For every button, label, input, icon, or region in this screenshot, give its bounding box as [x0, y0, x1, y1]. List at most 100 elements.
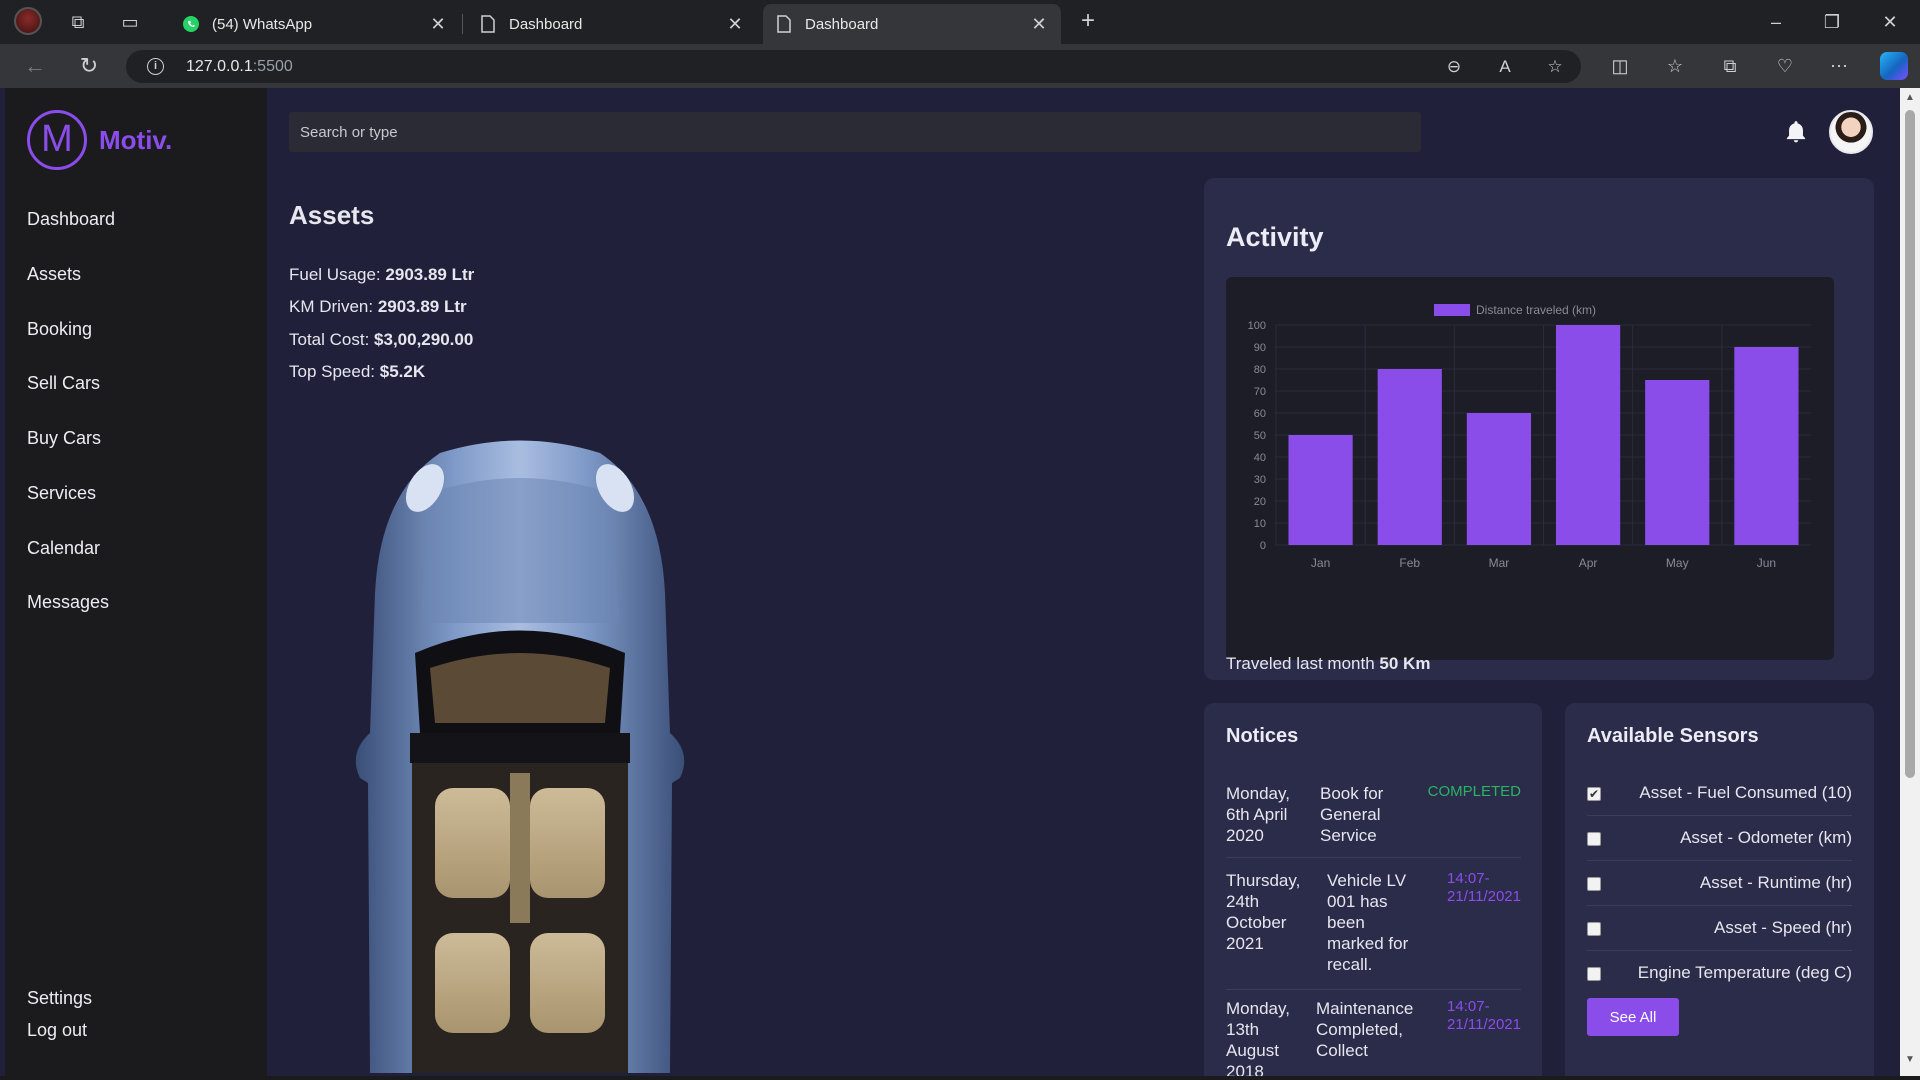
nav-settings[interactable]: Settings: [27, 988, 92, 1009]
favorites-icon[interactable]: ☆: [1662, 53, 1688, 79]
tab-dashboard-1[interactable]: Dashboard ✕: [467, 4, 757, 44]
logo-mark: M: [27, 110, 87, 170]
sensor-row: Asset - Speed (hr): [1587, 906, 1852, 951]
close-tab-icon[interactable]: ✕: [1029, 14, 1049, 35]
activity-chart: 0 10 20 30 40 50 60 70 80 90 100 Jan Feb Mar Apr May Jun…: [1226, 277, 1834, 660]
close-window-icon[interactable]: ✕: [1876, 8, 1904, 36]
restore-icon[interactable]: ❐: [1818, 8, 1846, 36]
sensor-checkbox[interactable]: [1587, 967, 1601, 981]
zoom-out-icon[interactable]: ⊖: [1443, 56, 1465, 78]
notification-bell-icon[interactable]: [1783, 119, 1809, 145]
activity-card: Activity 0 10 20 30 40 50 60 70 80 90 100 Jan Feb Mar…: [1204, 178, 1874, 680]
url-box[interactable]: i 127.0.0.1:5500 ⊖ A ☆: [126, 50, 1581, 83]
x-tick-label: Mar: [1489, 556, 1510, 570]
legend-swatch: [1434, 304, 1470, 316]
x-tick-label: Jan: [1311, 556, 1330, 570]
nav-buy-cars[interactable]: Buy Cars: [27, 428, 101, 449]
sensor-label: Asset - Speed (hr): [1714, 918, 1852, 937]
nav-sell-cars[interactable]: Sell Cars: [27, 373, 100, 394]
bottom-edge: [0, 1076, 1920, 1080]
page-icon: [775, 15, 793, 33]
x-tick-label: Feb: [1399, 556, 1420, 570]
notices-card: Notices Monday, 6th April 2020 Book for …: [1204, 703, 1542, 1076]
copilot-icon[interactable]: [1880, 52, 1908, 80]
sidebar: M Motiv. Dashboard Assets Booking Sell C…: [5, 88, 267, 1076]
nav-booking[interactable]: Booking: [27, 319, 92, 340]
notice-status: COMPLETED: [1427, 783, 1521, 800]
traveled-label: Traveled last month: [1226, 654, 1375, 673]
stat-value: 2903.89 Ltr: [385, 265, 475, 284]
url-port: :5500: [252, 58, 293, 75]
nav-logout[interactable]: Log out: [27, 1020, 87, 1041]
car-image: [355, 440, 685, 1073]
site-info-icon[interactable]: i: [147, 58, 164, 75]
y-tick-label: 30: [1254, 474, 1266, 486]
new-tab-icon[interactable]: +: [1074, 8, 1102, 36]
user-avatar[interactable]: [1829, 110, 1873, 154]
sensor-checkbox[interactable]: ✔: [1587, 787, 1601, 801]
sensor-checkbox[interactable]: [1587, 832, 1601, 846]
sensor-label: Asset - Runtime (hr): [1699, 873, 1852, 892]
tab-actions-icon[interactable]: ▭: [118, 10, 142, 34]
bar-chart: 0 10 20 30 40 50 60 70 80 90 100 Jan Feb Mar Apr May Jun…: [1248, 303, 1811, 570]
sensor-label: Engine Temperature (deg C): [1637, 963, 1852, 982]
notice-text: Book for General Service: [1320, 784, 1384, 845]
nav-services[interactable]: Services: [27, 483, 96, 504]
y-tick-label: 0: [1260, 540, 1266, 552]
nav-messages[interactable]: Messages: [27, 592, 109, 613]
tab-title: Dashboard: [509, 15, 583, 33]
more-menu-icon[interactable]: ⋯: [1826, 53, 1852, 79]
scroll-down-icon[interactable]: ▼: [1904, 1054, 1916, 1065]
sensor-label: Asset - Odometer (km): [1680, 828, 1852, 847]
notice-time: 14:07- 21/11/2021: [1447, 870, 1521, 905]
notice-row[interactable]: Thursday, 24th October 2021 Vehicle LV 0…: [1226, 870, 1521, 990]
browser-essentials-icon[interactable]: ♡: [1772, 53, 1798, 79]
y-tick-label: 80: [1254, 364, 1266, 376]
see-all-button[interactable]: See All: [1587, 998, 1679, 1036]
tab-whatsapp[interactable]: (54) WhatsApp ✕: [170, 4, 460, 44]
notice-row[interactable]: Monday, 6th April 2020 Book for General …: [1226, 783, 1521, 858]
nav-calendar[interactable]: Calendar: [27, 538, 100, 559]
scroll-thumb[interactable]: [1905, 110, 1915, 778]
collections-icon[interactable]: ⧉: [1717, 53, 1743, 79]
nav-dashboard[interactable]: Dashboard: [27, 209, 115, 230]
stat-label: Total Cost:: [289, 330, 370, 349]
bar: [1734, 347, 1799, 545]
y-tick-label: 10: [1254, 518, 1266, 530]
close-tab-icon[interactable]: ✕: [725, 14, 745, 35]
sensors-card: Available Sensors ✔ Asset - Fuel Consume…: [1565, 703, 1874, 1076]
back-icon[interactable]: ←: [22, 53, 48, 79]
sensor-checkbox[interactable]: [1587, 922, 1601, 936]
sensor-checkbox[interactable]: [1587, 877, 1601, 891]
sensors-title: Available Sensors: [1587, 725, 1759, 747]
sensor-row: Asset - Odometer (km): [1587, 816, 1852, 861]
nav-assets[interactable]: Assets: [27, 264, 81, 285]
notice-text: Maintenance Completed, Collect: [1316, 999, 1414, 1060]
stat-label: Top Speed:: [289, 362, 376, 381]
favorite-star-icon[interactable]: ☆: [1544, 56, 1566, 78]
page-icon: [479, 15, 497, 33]
profile-avatar-icon[interactable]: [14, 7, 42, 35]
whatsapp-icon: [182, 15, 200, 33]
stat-label: KM Driven:: [289, 297, 374, 316]
scroll-up-icon[interactable]: ▲: [1904, 92, 1916, 103]
split-screen-icon[interactable]: ◫: [1607, 53, 1633, 79]
close-tab-icon[interactable]: ✕: [428, 14, 448, 35]
assets-title: Assets: [289, 200, 375, 230]
search-input[interactable]: [289, 112, 1421, 152]
notice-row[interactable]: Monday, 13th August 2018 Maintenance Com…: [1226, 998, 1521, 1076]
stat-value: 2903.89 Ltr: [377, 297, 467, 316]
bar: [1466, 413, 1532, 545]
notice-text: Vehicle LV 001 has been marked for recal…: [1327, 871, 1409, 974]
x-tick-label: May: [1666, 556, 1689, 570]
reload-icon[interactable]: ↻: [76, 53, 102, 79]
tab-dashboard-2[interactable]: Dashboard ✕: [763, 4, 1061, 44]
url-text: 127.0.0.1:5500: [186, 58, 293, 76]
logo[interactable]: M Motiv.: [27, 110, 172, 170]
read-aloud-icon[interactable]: A: [1494, 56, 1516, 78]
minimize-icon[interactable]: –: [1762, 8, 1790, 36]
brand-name: Motiv.: [99, 124, 173, 155]
workspaces-icon[interactable]: ⧉: [66, 10, 90, 34]
page-scrollbar[interactable]: ▲ ▼: [1900, 88, 1920, 1076]
notice-date: Monday, 13th August 2018: [1226, 999, 1290, 1076]
